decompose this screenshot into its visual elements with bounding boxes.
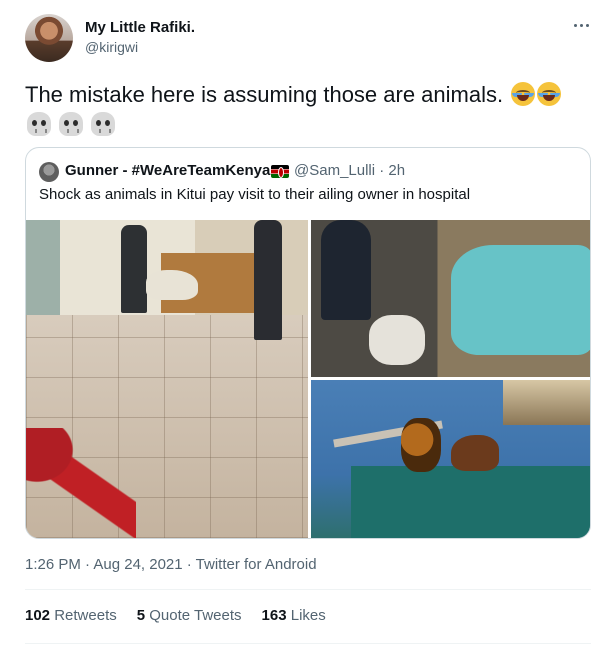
tweet-timestamp[interactable]: 1:26 PM · Aug 24, 2021 · Twitter for And… (25, 556, 317, 573)
retweets-count: 102 (25, 607, 51, 624)
quoted-tweet[interactable]: Gunner - #WeAreTeamKenya @Sam_Lulli · 2h… (25, 147, 591, 539)
author-avatar[interactable] (25, 14, 73, 62)
more-options-icon[interactable] (571, 18, 591, 32)
quoted-author-avatar (39, 162, 59, 182)
retweets-label: Retweets (54, 607, 117, 624)
author-display-name[interactable]: My Little Rafiki. (85, 19, 195, 36)
face-with-tears-of-joy-icon (537, 82, 562, 106)
quoted-tweet-text: Shock as animals in Kitui pay visit to t… (39, 186, 471, 203)
author-handle[interactable]: @kirigwi (85, 39, 138, 55)
tweet-stats: 102 Retweets 5 Quote Tweets 163 Likes (25, 607, 346, 624)
retweets-stat[interactable]: 102 Retweets (25, 607, 117, 624)
likes-stat[interactable]: 163 Likes (262, 607, 326, 624)
divider (25, 589, 591, 590)
quote-tweets-stat[interactable]: 5 Quote Tweets (137, 607, 242, 624)
tweet: My Little Rafiki. @kirigwi The mistake h… (0, 0, 613, 655)
tweet-text: The mistake here is assuming those are a… (25, 80, 595, 140)
likes-count: 163 (261, 607, 287, 624)
quote-tweets-count: 5 (136, 607, 146, 624)
tweet-text-body: The mistake here is assuming those are a… (25, 82, 504, 107)
skull-icon (59, 112, 84, 136)
photo-goat-bedside[interactable] (311, 220, 590, 377)
divider (25, 643, 591, 644)
face-with-tears-of-joy-icon (511, 82, 536, 106)
likes-label: Likes (290, 607, 326, 624)
photo-hospital-goat[interactable] (26, 220, 308, 538)
quoted-author-handle: @Sam_Lulli · 2h (294, 162, 406, 179)
skull-icon (91, 112, 116, 136)
quoted-author-display-name: Gunner - #WeAreTeamKenya (65, 162, 271, 179)
skull-icon (27, 112, 51, 136)
kenya-flag-icon (271, 165, 289, 178)
photo-chickens-on-bed[interactable] (311, 380, 590, 538)
quote-tweets-label: Quote Tweets (149, 607, 242, 624)
